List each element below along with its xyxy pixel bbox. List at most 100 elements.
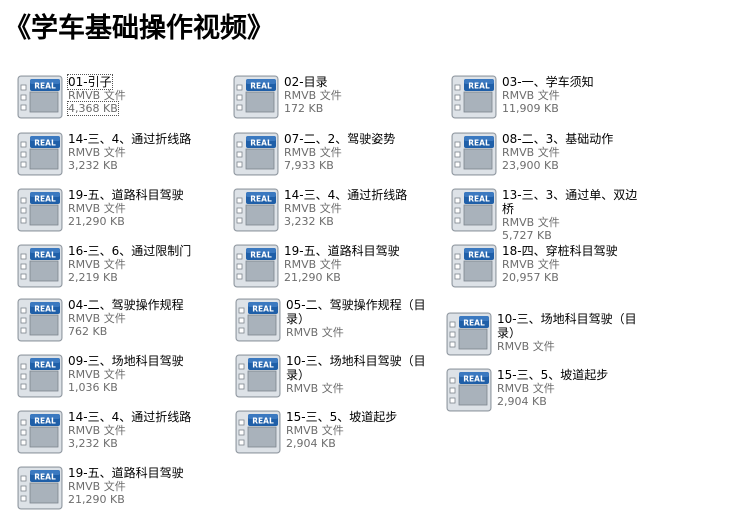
file-item[interactable]: REAL 05-二、驾驶操作规程（目录） RMVB 文件 xyxy=(234,296,434,344)
file-item[interactable]: REAL 19-五、道路科目驾驶 RMVB 文件 21,290 KB xyxy=(232,242,432,290)
file-text: 03-一、学车须知 RMVB 文件 11,909 KB xyxy=(502,75,662,115)
file-text: 14-三、4、通过折线路 RMVB 文件 3,232 KB xyxy=(284,188,444,228)
file-item[interactable]: REAL 03-一、学车须知 RMVB 文件 11,909 KB xyxy=(450,73,650,121)
svg-text:REAL: REAL xyxy=(463,319,485,328)
file-text: 16-三、6、通过限制门 RMVB 文件 2,219 KB xyxy=(68,244,228,284)
real-media-file-icon: REAL xyxy=(451,188,497,232)
real-media-file-icon: REAL xyxy=(451,244,497,288)
file-item[interactable]: REAL 15-三、5、坡道起步 RMVB 文件 2,904 KB xyxy=(234,408,434,456)
real-media-file-icon: REAL xyxy=(235,354,281,398)
file-item[interactable]: REAL 04-二、驾驶操作规程 RMVB 文件 762 KB xyxy=(16,296,216,344)
file-item[interactable]: REAL 19-五、道路科目驾驶 RMVB 文件 21,290 KB xyxy=(16,464,216,512)
file-type: RMVB 文件 xyxy=(286,424,344,437)
file-type: RMVB 文件 xyxy=(284,202,342,215)
file-type: RMVB 文件 xyxy=(502,216,560,229)
svg-text:REAL: REAL xyxy=(250,139,272,148)
file-text: 10-三、场地科目驾驶（目录） RMVB 文件 xyxy=(497,312,657,353)
real-media-file-icon: REAL xyxy=(17,298,63,342)
svg-text:REAL: REAL xyxy=(250,195,272,204)
real-media-file-icon: REAL xyxy=(446,312,492,356)
file-type: RMVB 文件 xyxy=(68,312,126,325)
file-item[interactable]: REAL 10-三、场地科目驾驶（目录） RMVB 文件 xyxy=(234,352,434,400)
file-name: 14-三、4、通过折线路 xyxy=(284,188,408,202)
file-text: 15-三、5、坡道起步 RMVB 文件 2,904 KB xyxy=(286,410,446,450)
file-item[interactable]: REAL 19-五、道路科目驾驶 RMVB 文件 21,290 KB xyxy=(16,186,216,234)
file-text: 15-三、5、坡道起步 RMVB 文件 2,904 KB xyxy=(497,368,657,408)
svg-text:REAL: REAL xyxy=(34,195,56,204)
file-size: 2,904 KB xyxy=(497,395,547,408)
svg-text:REAL: REAL xyxy=(468,139,490,148)
real-media-file-icon: REAL xyxy=(17,466,63,510)
file-name: 14-三、4、通过折线路 xyxy=(68,132,192,146)
file-item[interactable]: REAL 02-目录 RMVB 文件 172 KB xyxy=(232,73,432,121)
file-item[interactable]: REAL 15-三、5、坡道起步 RMVB 文件 2,904 KB xyxy=(445,366,645,414)
svg-text:REAL: REAL xyxy=(34,417,56,426)
file-item[interactable]: REAL 07-二、2、驾驶姿势 RMVB 文件 7,933 KB xyxy=(232,130,432,178)
file-type: RMVB 文件 xyxy=(286,382,344,395)
file-name: 13-三、3、通过单、双边桥 xyxy=(502,188,638,216)
file-item[interactable]: REAL 01-引子 RMVB 文件 4,368 KB xyxy=(16,73,216,121)
real-media-file-icon: REAL xyxy=(233,132,279,176)
file-type: RMVB 文件 xyxy=(502,258,560,271)
file-item[interactable]: REAL 18-四、穿桩科目驾驶 RMVB 文件 20,957 KB xyxy=(450,242,650,290)
file-text: 19-五、道路科目驾驶 RMVB 文件 21,290 KB xyxy=(68,188,228,228)
file-name: 08-二、3、基础动作 xyxy=(502,132,614,146)
real-media-file-icon: REAL xyxy=(235,410,281,454)
file-item[interactable]: REAL 08-二、3、基础动作 RMVB 文件 23,900 KB xyxy=(450,130,650,178)
file-size: 4,368 KB xyxy=(67,101,119,116)
file-type: RMVB 文件 xyxy=(286,326,344,339)
file-type: RMVB 文件 xyxy=(284,258,342,271)
file-name: 05-二、驾驶操作规程（目录） xyxy=(286,298,426,326)
real-media-file-icon: REAL xyxy=(451,75,497,119)
file-size: 1,036 KB xyxy=(68,381,118,394)
real-media-file-icon: REAL xyxy=(17,188,63,232)
file-size: 11,909 KB xyxy=(502,102,559,115)
file-name: 10-三、场地科目驾驶（目录） xyxy=(286,354,426,382)
file-size: 23,900 KB xyxy=(502,159,559,172)
file-size: 3,232 KB xyxy=(68,437,118,450)
file-size: 3,232 KB xyxy=(284,215,334,228)
svg-text:REAL: REAL xyxy=(34,251,56,260)
real-media-file-icon: REAL xyxy=(451,132,497,176)
svg-text:REAL: REAL xyxy=(468,82,490,91)
page-title: 《学车基础操作视频》 xyxy=(4,13,274,44)
file-type: RMVB 文件 xyxy=(284,89,342,102)
file-item[interactable]: REAL 14-三、4、通过折线路 RMVB 文件 3,232 KB xyxy=(232,186,432,234)
file-text: 10-三、场地科目驾驶（目录） RMVB 文件 xyxy=(286,354,446,395)
file-type: RMVB 文件 xyxy=(68,480,126,493)
svg-text:REAL: REAL xyxy=(34,82,56,91)
file-name: 07-二、2、驾驶姿势 xyxy=(284,132,396,146)
file-type: RMVB 文件 xyxy=(497,340,555,353)
file-type: RMVB 文件 xyxy=(68,89,126,102)
file-item[interactable]: REAL 10-三、场地科目驾驶（目录） RMVB 文件 xyxy=(445,310,645,358)
file-name: 10-三、场地科目驾驶（目录） xyxy=(497,312,637,340)
file-item[interactable]: REAL 13-三、3、通过单、双边桥 RMVB 文件 5,727 KB xyxy=(450,186,650,242)
file-item[interactable]: REAL 14-三、4、通过折线路 RMVB 文件 3,232 KB xyxy=(16,130,216,178)
file-size: 762 KB xyxy=(68,325,108,338)
file-text: 18-四、穿桩科目驾驶 RMVB 文件 20,957 KB xyxy=(502,244,662,284)
file-text: 14-三、4、通过折线路 RMVB 文件 3,232 KB xyxy=(68,410,228,450)
svg-text:REAL: REAL xyxy=(250,82,272,91)
file-type: RMVB 文件 xyxy=(497,382,555,395)
file-name: 19-五、道路科目驾驶 xyxy=(68,466,184,480)
file-name: 16-三、6、通过限制门 xyxy=(68,244,192,258)
real-media-file-icon: REAL xyxy=(235,298,281,342)
svg-text:REAL: REAL xyxy=(252,305,274,314)
real-media-file-icon: REAL xyxy=(233,75,279,119)
file-name: 15-三、5、坡道起步 xyxy=(497,368,609,382)
real-media-file-icon: REAL xyxy=(17,244,63,288)
file-size: 172 KB xyxy=(284,102,324,115)
file-size: 20,957 KB xyxy=(502,271,559,284)
file-text: 07-二、2、驾驶姿势 RMVB 文件 7,933 KB xyxy=(284,132,444,172)
real-media-file-icon: REAL xyxy=(17,354,63,398)
file-type: RMVB 文件 xyxy=(68,424,126,437)
svg-text:REAL: REAL xyxy=(463,375,485,384)
file-name: 14-三、4、通过折线路 xyxy=(68,410,192,424)
file-item[interactable]: REAL 14-三、4、通过折线路 RMVB 文件 3,232 KB xyxy=(16,408,216,456)
file-item[interactable]: REAL 09-三、场地科目驾驶 RMVB 文件 1,036 KB xyxy=(16,352,216,400)
file-name: 04-二、驾驶操作规程 xyxy=(68,298,184,312)
file-name: 02-目录 xyxy=(284,75,328,89)
file-item[interactable]: REAL 16-三、6、通过限制门 RMVB 文件 2,219 KB xyxy=(16,242,216,290)
file-size: 21,290 KB xyxy=(68,493,125,506)
file-size: 7,933 KB xyxy=(284,159,334,172)
